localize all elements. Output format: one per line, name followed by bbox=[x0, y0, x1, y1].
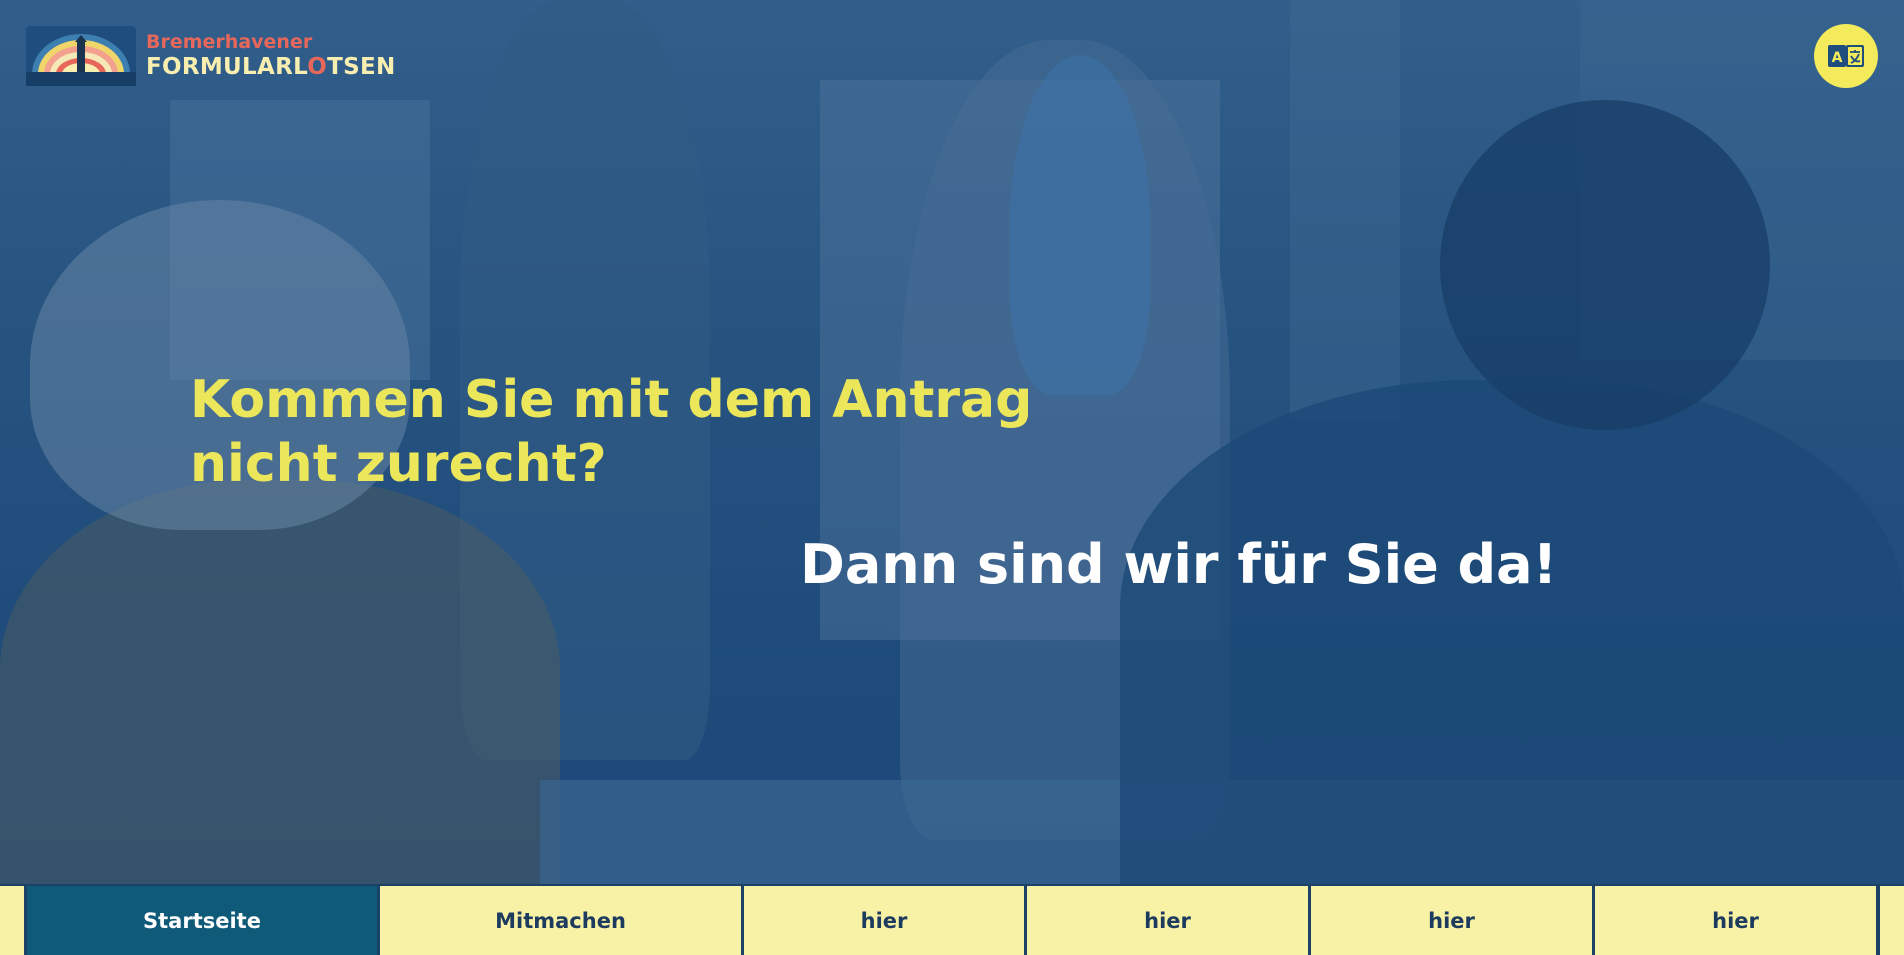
logo-title-part: FORMULARL bbox=[146, 53, 308, 80]
nav-item-mitmachen[interactable]: Mitmachen bbox=[380, 886, 744, 955]
language-button[interactable]: A bbox=[1814, 24, 1878, 88]
translate-icon: A bbox=[1828, 45, 1864, 67]
logo-title-part: TSEN bbox=[327, 53, 396, 80]
nav-item-hier-2[interactable]: hier bbox=[1027, 886, 1311, 955]
hero-headline: Kommen Sie mit dem Antrag nicht zurecht? bbox=[190, 368, 1090, 496]
hero-headline-line: nicht zurecht? bbox=[190, 434, 607, 494]
rainbow-lighthouse-icon bbox=[26, 26, 136, 86]
hero-subheadline: Dann sind wir für Sie da! bbox=[800, 533, 1558, 596]
nav-item-startseite[interactable]: Startseite bbox=[27, 886, 380, 955]
nav-item-hier-4[interactable]: hier bbox=[1595, 886, 1876, 955]
logo-title-accent: O bbox=[307, 53, 328, 80]
logo-subtitle: Bremerhavener bbox=[146, 30, 313, 53]
nav-divider bbox=[1876, 886, 1880, 955]
hero-headline-line: Kommen Sie mit dem Antrag bbox=[190, 370, 1033, 430]
logo-title: FORMULARLOTSEN bbox=[146, 54, 396, 80]
bottom-navigation: Startseite Mitmachen hier hier hier hier bbox=[0, 884, 1904, 955]
site-logo-link[interactable]: Bremerhavener FORMULARLOTSEN bbox=[26, 26, 396, 86]
svg-text:A: A bbox=[1832, 50, 1843, 66]
nav-item-hier-1[interactable]: hier bbox=[744, 886, 1027, 955]
nav-item-hier-3[interactable]: hier bbox=[1311, 886, 1595, 955]
